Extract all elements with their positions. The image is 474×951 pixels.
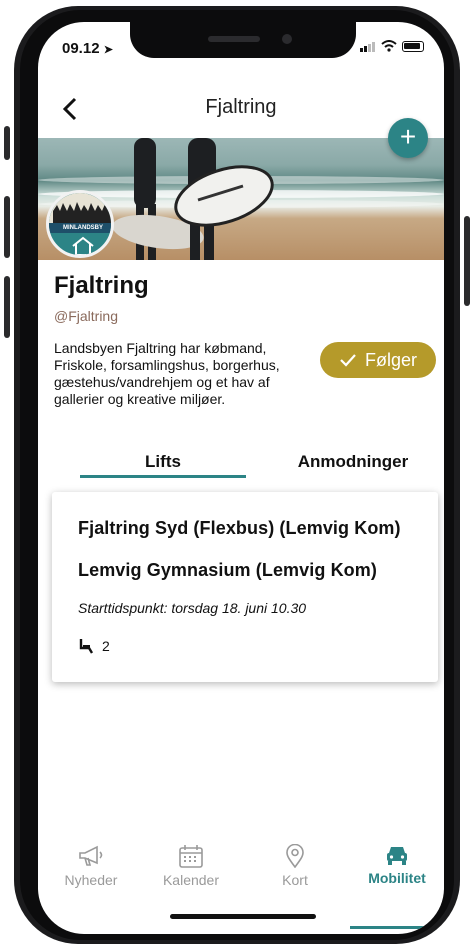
nav-mobilitet[interactable]: Mobilitet	[352, 844, 442, 886]
battery-icon	[402, 40, 424, 52]
app-screen: 09.12 ➤ Fjaltring + MINLANDSBY Fjaltring…	[38, 22, 444, 934]
avatar-logo-text: MINLANDSBY	[49, 223, 111, 233]
profile-description: Landsbyen Fjaltring har købmand, Friskol…	[54, 340, 280, 407]
front-camera	[282, 34, 292, 44]
lift-card[interactable]: Fjaltring Syd (Flexbus) (Lemvig Kom) Lem…	[52, 492, 438, 682]
nav-kalender[interactable]: Kalender	[146, 844, 236, 888]
house-icon	[72, 236, 94, 255]
nav-kalender-label: Kalender	[162, 872, 220, 888]
active-tab-indicator	[80, 475, 246, 478]
checkmark-icon	[340, 354, 356, 367]
lift-start-time: Starttidspunkt: torsdag 18. juni 10.30	[78, 600, 307, 616]
power-button	[464, 216, 470, 306]
volume-down-button	[4, 276, 10, 338]
wifi-icon	[381, 40, 397, 52]
mute-switch	[4, 126, 10, 160]
community-avatar: MINLANDSBY	[46, 190, 114, 258]
status-time: 09.12 ➤	[62, 40, 113, 57]
crowd-silhouette-icon	[53, 202, 111, 223]
tab-lifts[interactable]: Lifts	[80, 452, 246, 472]
seat-icon	[79, 639, 94, 654]
signal-icon	[360, 41, 376, 52]
speaker	[208, 36, 260, 42]
seats-count: 2	[102, 638, 110, 654]
add-button[interactable]: +	[388, 118, 428, 158]
home-indicator[interactable]	[170, 914, 316, 919]
profile-handle: @Fjaltring	[54, 308, 119, 324]
lift-seats: 2	[78, 638, 110, 654]
status-time-text: 09.12	[62, 40, 100, 57]
follow-button[interactable]: Følger	[320, 342, 436, 378]
notch	[130, 22, 356, 58]
status-icons	[360, 40, 424, 52]
megaphone-icon	[79, 845, 103, 866]
tab-anmodninger[interactable]: Anmodninger	[278, 452, 428, 472]
back-arrow-icon[interactable]	[62, 96, 78, 122]
lift-destination: Lemvig Gymnasium (Lemvig Kom)	[78, 560, 377, 580]
lift-origin: Fjaltring Syd (Flexbus) (Lemvig Kom)	[78, 518, 401, 538]
nav-kort-label: Kort	[282, 872, 308, 888]
nav-nyheder[interactable]: Nyheder	[46, 844, 136, 888]
nav-mobilitet-label: Mobilitet	[368, 870, 426, 886]
nav-nyheder-label: Nyheder	[64, 872, 118, 888]
follow-label: Følger	[364, 349, 417, 370]
map-pin-icon	[286, 844, 304, 868]
car-icon	[387, 847, 407, 865]
active-nav-indicator	[350, 926, 430, 929]
page-title: Fjaltring	[205, 96, 277, 118]
volume-up-button	[4, 196, 10, 258]
avatar-crowd	[49, 193, 111, 223]
location-arrow-icon: ➤	[103, 44, 113, 56]
profile-name: Fjaltring	[54, 272, 149, 299]
nav-kort[interactable]: Kort	[250, 844, 340, 888]
calendar-icon	[179, 845, 203, 868]
